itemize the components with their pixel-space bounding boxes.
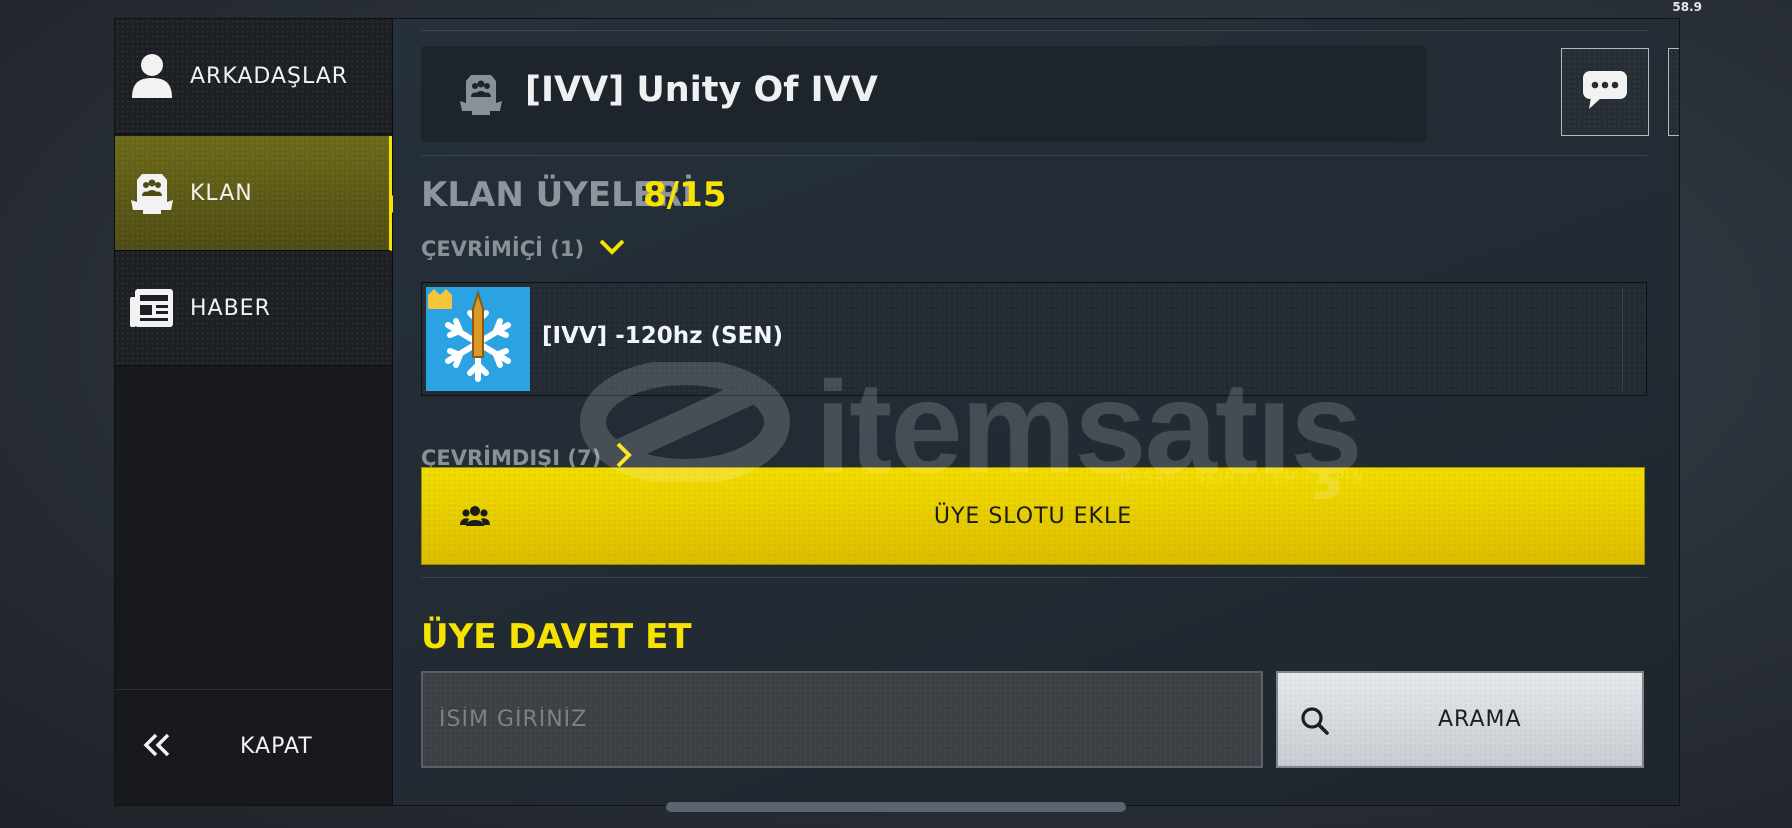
clan-name: [IVV] Unity Of IVV [525, 70, 878, 110]
offline-label: ÇEVRİMDIŞI (7) [421, 445, 602, 470]
close-button[interactable]: KAPAT [115, 689, 392, 805]
divider [421, 577, 1647, 578]
person-icon [128, 52, 176, 100]
social-panel: ARKADAŞLAR KLAN HABER KAPAT [IVV] Unity … [114, 18, 1680, 806]
search-button[interactable]: ARAMA [1276, 671, 1644, 768]
online-label: ÇEVRİMİÇİ (1) [421, 237, 585, 261]
clan-chat-button[interactable] [1561, 48, 1649, 136]
sidebar-item-friends[interactable]: ARKADAŞLAR [115, 19, 392, 134]
add-slot-label: ÜYE SLOTU EKLE [933, 504, 1133, 529]
chevron-down-icon [598, 237, 626, 261]
clan-edit-button[interactable] [1668, 48, 1679, 136]
clan-header: [IVV] Unity Of IVV [421, 46, 1427, 142]
clan-main-panel: [IVV] Unity Of IVV KLAN ÜYELERİ 8/15 ÇEV… [393, 19, 1679, 805]
sidebar-item-label: KLAN [190, 180, 253, 206]
sidebar: ARKADAŞLAR KLAN HABER KAPAT [115, 19, 401, 805]
search-label: ARAMA [1438, 707, 1522, 732]
members-count: 8/15 [643, 175, 727, 215]
invite-name-input[interactable] [421, 671, 1263, 768]
double-chevron-left-icon [142, 732, 172, 764]
member-avatar [426, 287, 530, 391]
sidebar-item-clan[interactable]: KLAN [115, 136, 392, 251]
member-row[interactable]: [IVV] -120hz (SEN) [421, 282, 1647, 396]
fps-counter: 58.9 [1672, 0, 1702, 14]
close-label: KAPAT [240, 734, 313, 759]
sidebar-item-label: ARKADAŞLAR [190, 63, 349, 89]
add-member-slot-button[interactable]: ÜYE SLOTU EKLE [421, 467, 1645, 565]
divider [421, 155, 1647, 156]
online-section-toggle[interactable]: ÇEVRİMİÇİ (1) [421, 237, 626, 261]
invite-title: ÜYE DAVET ET [421, 617, 692, 657]
horizontal-scrollbar[interactable] [666, 802, 1126, 812]
row-divider [1622, 287, 1623, 391]
sidebar-item-label: HABER [190, 295, 271, 321]
clan-icon [128, 169, 176, 217]
clan-emblem-icon [456, 71, 506, 121]
search-icon [1300, 706, 1330, 740]
chat-bubble-icon [1581, 69, 1629, 115]
newspaper-icon [128, 284, 176, 332]
sidebar-item-news[interactable]: HABER [115, 251, 392, 366]
member-name: [IVV] -120hz (SEN) [542, 323, 784, 349]
divider [421, 30, 1647, 31]
